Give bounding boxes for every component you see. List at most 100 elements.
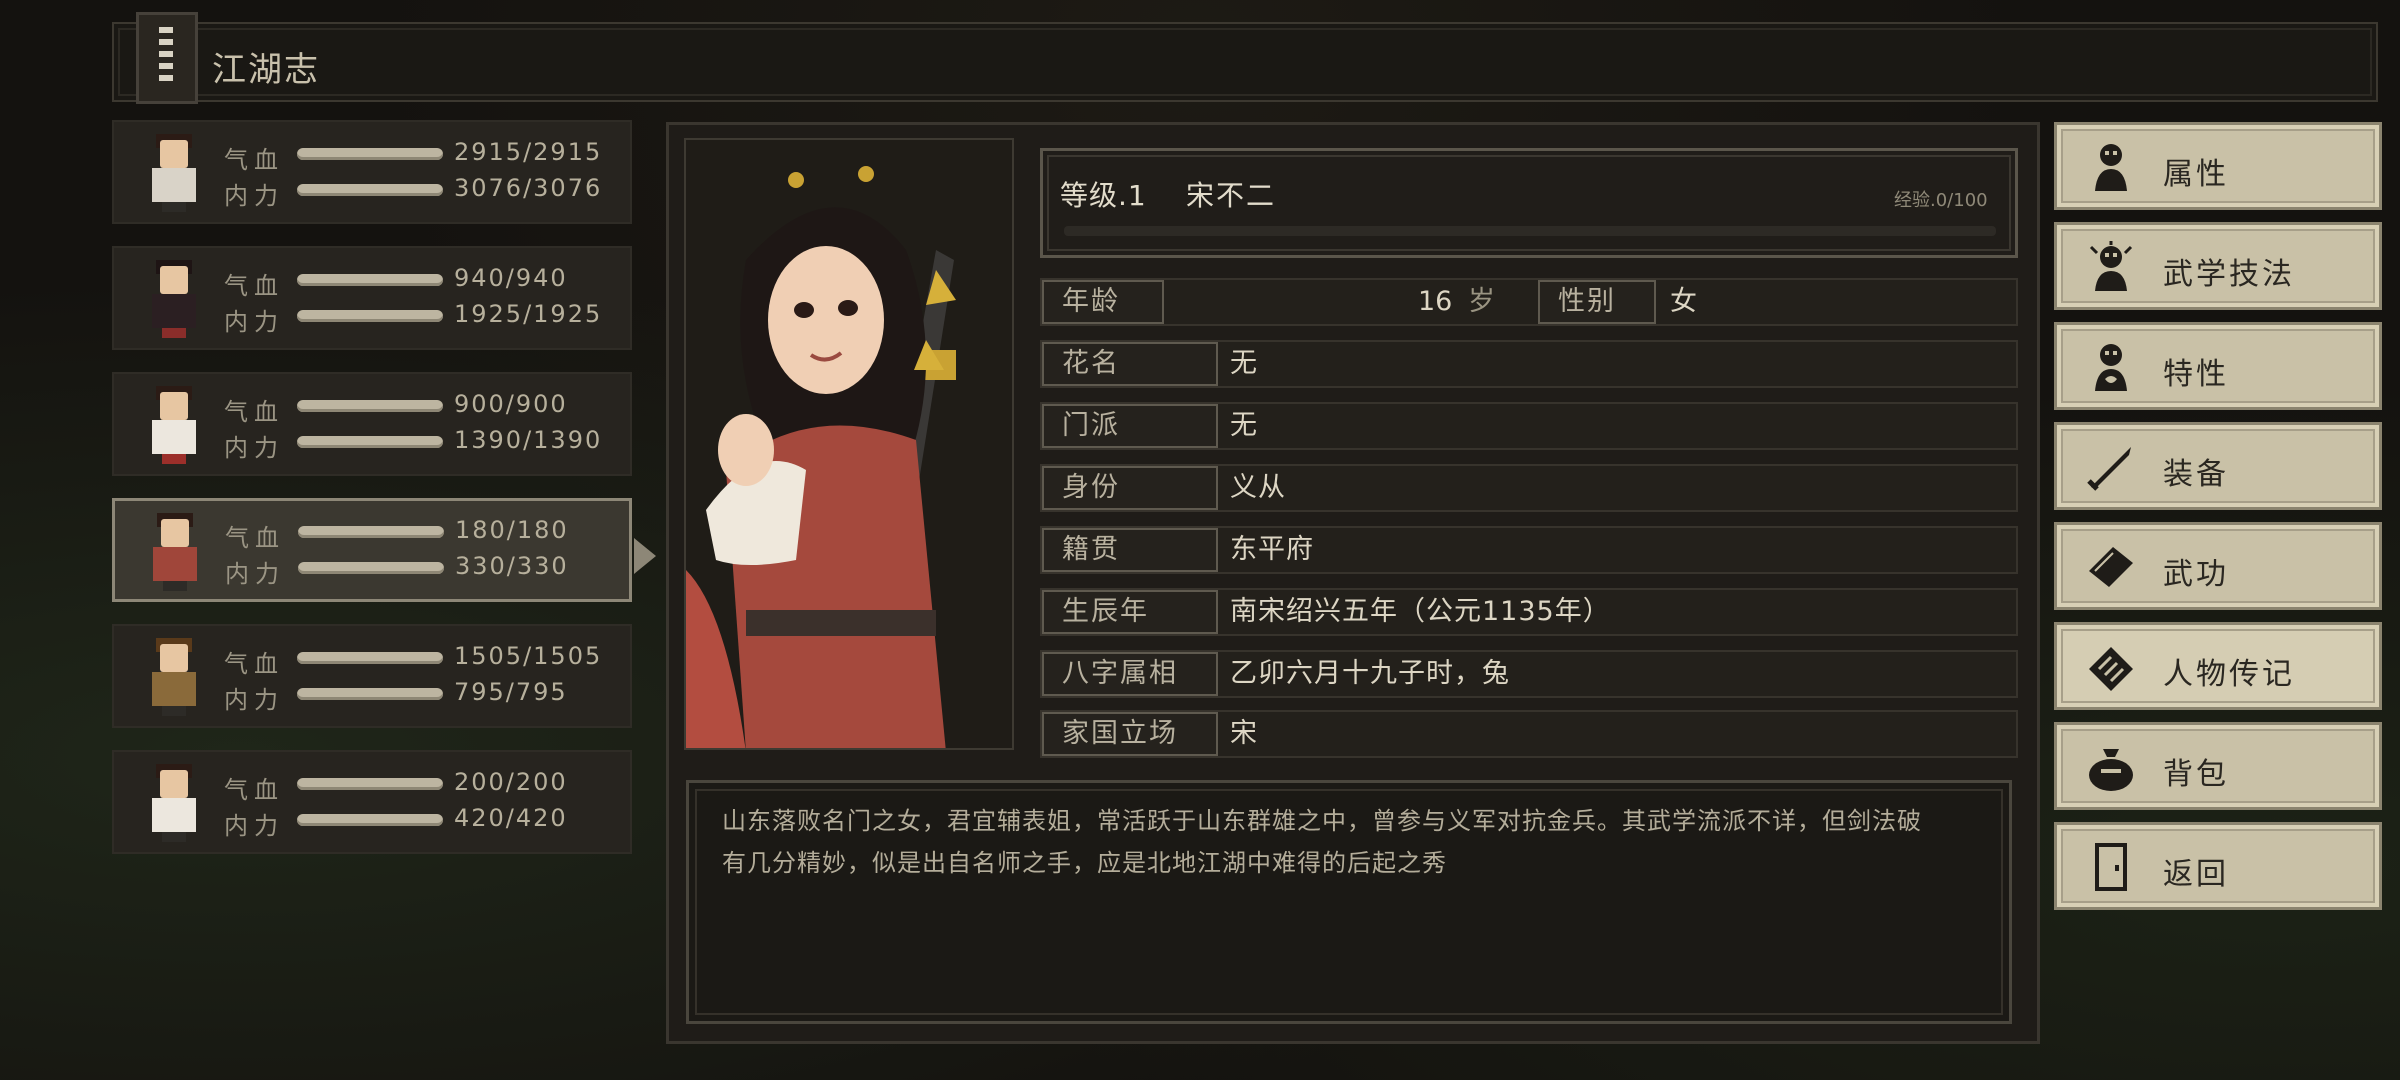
party-member-card[interactable]: 气血 940/940 内力 1925/1925 bbox=[112, 246, 632, 350]
sword-icon bbox=[2087, 447, 2131, 491]
gender-value: 女 bbox=[1670, 286, 1698, 317]
field-value: 乙卯六月十九子时，兔 bbox=[1230, 658, 1510, 689]
party-member-card[interactable]: 气血 200/200 内力 420/420 bbox=[112, 750, 632, 854]
menu-label: 装备 bbox=[2163, 457, 2229, 492]
character-sprite bbox=[133, 511, 217, 595]
hp-bar bbox=[297, 652, 443, 664]
biography-line: 山东落败名门之女，君宜辅表姐，常活跃于山东群雄之中，曾参与义军对抗金兵。其武学流… bbox=[722, 807, 1922, 835]
character-portrait bbox=[684, 138, 1014, 750]
scroll-icon bbox=[2089, 647, 2133, 691]
hp-label: 气血 bbox=[224, 650, 284, 678]
character-sprite bbox=[132, 384, 216, 468]
book-icon bbox=[136, 12, 198, 104]
hp-value: 1505/1505 bbox=[454, 642, 603, 670]
mp-label: 内力 bbox=[224, 812, 284, 840]
party-member-card[interactable]: 气血 1505/1505 内力 795/795 bbox=[112, 624, 632, 728]
hp-value: 940/940 bbox=[454, 264, 568, 292]
hp-bar bbox=[297, 274, 443, 286]
biography-text: 山东落败名门之女，君宜辅表姐，常活跃于山东群雄之中，曾参与义军对抗金兵。其武学流… bbox=[722, 800, 1982, 884]
hp-bar bbox=[297, 400, 443, 412]
field-label: 家国立场 bbox=[1042, 712, 1218, 756]
field-label: 生辰年 bbox=[1042, 590, 1218, 634]
person-icon bbox=[2095, 144, 2127, 191]
biography-line: 有几分精妙，似是出自名师之手，应是北地江湖中难得的后起之秀 bbox=[722, 849, 1447, 877]
character-sprite bbox=[132, 636, 216, 720]
hp-bar bbox=[297, 148, 443, 160]
hp-value: 900/900 bbox=[454, 390, 568, 418]
hp-bar bbox=[298, 526, 444, 538]
mp-label: 内力 bbox=[225, 560, 285, 588]
field-value: 义从 bbox=[1230, 472, 1286, 503]
menu-label: 属性 bbox=[2163, 157, 2229, 192]
bag-icon bbox=[2089, 749, 2133, 791]
hp-bar bbox=[297, 778, 443, 790]
party-member-card[interactable]: 气血 900/900 内力 1390/1390 bbox=[112, 372, 632, 476]
field-label: 花名 bbox=[1042, 342, 1218, 386]
level-text: 等级.1 bbox=[1060, 179, 1147, 212]
hp-label: 气血 bbox=[225, 524, 285, 552]
mp-value: 330/330 bbox=[455, 552, 569, 580]
field-value: 南宋绍兴五年（公元1135年） bbox=[1230, 596, 1611, 627]
age-gender-row bbox=[1040, 278, 2018, 326]
mp-bar bbox=[297, 814, 443, 826]
mp-bar bbox=[297, 184, 443, 196]
hp-label: 气血 bbox=[224, 146, 284, 174]
portrait-illustration bbox=[686, 140, 1012, 748]
character-sprite bbox=[132, 132, 216, 216]
field-label: 门派 bbox=[1042, 404, 1218, 448]
age-label: 年龄 bbox=[1042, 280, 1164, 324]
menu-button-bag[interactable]: 背包 bbox=[2054, 722, 2382, 810]
mp-bar bbox=[297, 310, 443, 322]
mp-value: 1390/1390 bbox=[454, 426, 603, 454]
mp-label: 内力 bbox=[224, 182, 284, 210]
skill-person-icon bbox=[2089, 241, 2133, 291]
character-name: 宋不二 bbox=[1186, 179, 1277, 212]
experience-text: 经验.0/100 bbox=[1894, 190, 1988, 211]
mp-value: 1925/1925 bbox=[454, 300, 603, 328]
mp-value: 420/420 bbox=[454, 804, 568, 832]
field-label: 籍贯 bbox=[1042, 528, 1218, 572]
manual-book-icon bbox=[2089, 547, 2133, 587]
menu-button-martial-arts[interactable]: 武功 bbox=[2054, 522, 2382, 610]
menu-button-martial-skills[interactable]: 武学技法 bbox=[2054, 222, 2382, 310]
party-member-card[interactable]: 气血 2915/2915 内力 3076/3076 bbox=[112, 120, 632, 224]
menu-label: 人物传记 bbox=[2163, 657, 2295, 692]
menu-label: 武学技法 bbox=[2163, 257, 2295, 292]
field-value: 东平府 bbox=[1230, 534, 1314, 565]
hp-label: 气血 bbox=[224, 272, 284, 300]
menu-button-traits[interactable]: 特性 bbox=[2054, 322, 2382, 410]
mp-label: 内力 bbox=[224, 434, 284, 462]
menu-label: 返回 bbox=[2163, 857, 2229, 892]
field-label: 八字属相 bbox=[1042, 652, 1218, 696]
hp-value: 200/200 bbox=[454, 768, 568, 796]
party-member-card-selected[interactable]: 气血 180/180 内力 330/330 bbox=[112, 498, 632, 602]
menu-button-biography[interactable]: 人物传记 bbox=[2054, 622, 2382, 710]
age-value: 16 bbox=[1418, 286, 1453, 317]
hp-value: 2915/2915 bbox=[454, 138, 603, 166]
hp-value: 180/180 bbox=[455, 516, 569, 544]
mp-value: 795/795 bbox=[454, 678, 568, 706]
page-title: 江湖志 bbox=[212, 50, 320, 90]
selection-arrow-icon bbox=[634, 538, 656, 574]
age-unit: 岁 bbox=[1468, 286, 1495, 317]
experience-bar bbox=[1064, 226, 1996, 236]
menu-button-equipment[interactable]: 装备 bbox=[2054, 422, 2382, 510]
menu-label: 武功 bbox=[2163, 557, 2229, 592]
mp-bar bbox=[297, 688, 443, 700]
mp-value: 3076/3076 bbox=[454, 174, 603, 202]
mp-bar bbox=[297, 436, 443, 448]
character-sprite bbox=[132, 258, 216, 342]
menu-button-attributes[interactable]: 属性 bbox=[2054, 122, 2382, 210]
menu-button-return[interactable]: 返回 bbox=[2054, 822, 2382, 910]
door-icon bbox=[2095, 843, 2127, 891]
gender-label: 性别 bbox=[1538, 280, 1656, 324]
hp-label: 气血 bbox=[224, 398, 284, 426]
trait-person-icon bbox=[2095, 344, 2127, 391]
menu-label: 特性 bbox=[2163, 357, 2229, 392]
title-bar bbox=[112, 22, 2378, 102]
field-value: 无 bbox=[1230, 348, 1258, 379]
field-value: 宋 bbox=[1230, 718, 1258, 749]
mp-label: 内力 bbox=[224, 686, 284, 714]
menu-label: 背包 bbox=[2163, 757, 2229, 792]
mp-label: 内力 bbox=[224, 308, 284, 336]
